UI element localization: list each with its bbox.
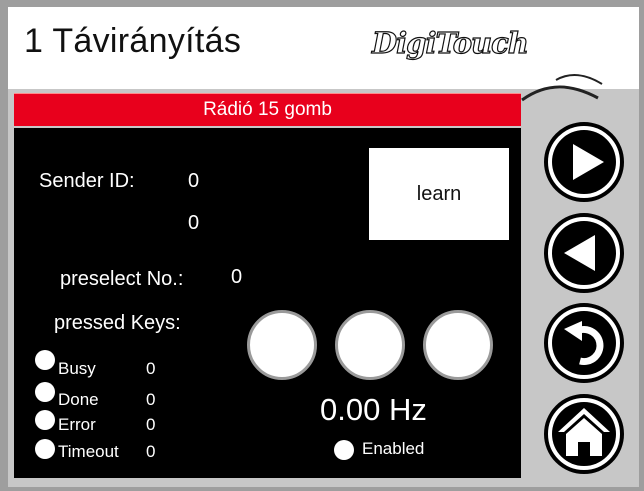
sender-id-value-2: 0 bbox=[188, 212, 200, 234]
key-indicator-1 bbox=[247, 310, 317, 380]
page-title: 1 Távirányítás bbox=[24, 22, 242, 60]
home-icon bbox=[544, 394, 624, 474]
banner: Rádió 15 gomb bbox=[14, 93, 521, 126]
sender-id-value: 0 bbox=[188, 170, 200, 192]
play-back-icon bbox=[544, 213, 624, 293]
done-led bbox=[35, 382, 55, 402]
preselect-value: 0 bbox=[231, 266, 243, 288]
pressed-keys-label: pressed Keys: bbox=[54, 312, 181, 334]
home-button[interactable] bbox=[528, 390, 634, 481]
sender-id-label: Sender ID: bbox=[39, 170, 135, 192]
return-icon bbox=[544, 303, 624, 383]
next-page-button[interactable] bbox=[528, 117, 634, 208]
done-value: 0 bbox=[146, 390, 156, 409]
preselect-label: preselect No.: bbox=[60, 268, 184, 290]
frequency-readout: 0.00 Hz bbox=[320, 392, 427, 427]
timeout-value: 0 bbox=[146, 442, 156, 461]
previous-page-button[interactable] bbox=[528, 208, 634, 299]
done-label: Done bbox=[58, 390, 99, 409]
error-label: Error bbox=[58, 415, 96, 434]
play-forward-icon bbox=[544, 122, 624, 202]
control-panel: Sender ID: 0 0 learn preselect No.: 0 pr… bbox=[14, 128, 521, 478]
return-button[interactable] bbox=[528, 299, 634, 390]
error-led bbox=[35, 410, 55, 430]
enabled-led bbox=[334, 440, 354, 460]
enabled-label: Enabled bbox=[362, 439, 425, 458]
timeout-label: Timeout bbox=[58, 442, 119, 461]
learn-button[interactable]: learn bbox=[369, 148, 509, 240]
busy-label: Busy bbox=[58, 359, 96, 378]
busy-value: 0 bbox=[146, 359, 156, 378]
busy-led bbox=[35, 350, 55, 370]
timeout-led bbox=[35, 439, 55, 459]
error-value: 0 bbox=[146, 415, 156, 434]
key-indicator-2 bbox=[335, 310, 405, 380]
key-indicator-3 bbox=[423, 310, 493, 380]
